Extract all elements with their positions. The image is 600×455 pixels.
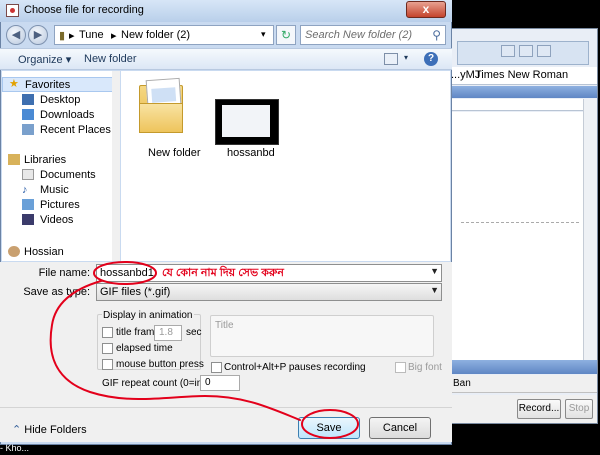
language-button[interactable]: Ban — [453, 378, 471, 389]
pictures-icon — [22, 199, 34, 210]
nav-recent-places[interactable]: Recent Places — [2, 123, 119, 138]
format-toolbar: Ban — [449, 375, 597, 393]
chevron-down-icon[interactable]: ▼ — [430, 285, 439, 295]
videos-icon — [22, 214, 34, 225]
annotation-text: যে কোন নাম দিয় সেভ করুন — [162, 267, 284, 279]
font-bar: ...yMJ Times New Roman — [449, 67, 597, 85]
minimize-icon[interactable] — [501, 45, 515, 57]
pause-hotkey-label: Control+Alt+P pauses recording — [224, 362, 366, 373]
title-frame-input[interactable]: 1.8 — [154, 325, 182, 341]
title-bar: Choose file for recording x — [0, 0, 452, 22]
music-icon: ♪ — [22, 184, 28, 196]
file-name-label: File name: — [38, 267, 90, 279]
file-item-hossanbd[interactable]: hossanbd — [227, 147, 275, 159]
search-icon: ⚲ — [432, 28, 441, 42]
chevron-right-icon[interactable]: ▸ — [69, 29, 75, 42]
organize-button[interactable]: Organize ▾ — [18, 53, 71, 66]
record-button[interactable]: Record... — [517, 399, 561, 419]
repeat-count-input[interactable]: 0 — [200, 375, 240, 391]
app-icon — [6, 4, 19, 17]
downloads-icon — [22, 109, 34, 120]
elapsed-time-checkbox[interactable] — [102, 343, 113, 354]
file-item-new-folder[interactable]: New folder — [148, 147, 201, 159]
save-button[interactable]: Save — [298, 417, 360, 439]
big-font-checkbox[interactable] — [395, 362, 406, 373]
help-icon[interactable]: ? — [424, 52, 438, 66]
display-group-label: Display in animation — [102, 310, 194, 321]
chevron-down-icon[interactable]: ▼ — [430, 266, 439, 276]
save-type-label: Save as type: — [23, 286, 90, 298]
ruler — [449, 99, 583, 111]
nav-videos[interactable]: Videos — [2, 213, 119, 228]
forward-icon[interactable]: ▶ — [28, 25, 48, 45]
title-group-label: Title — [215, 320, 234, 331]
desktop-icon — [22, 94, 34, 105]
search-input[interactable]: Search New folder (2) ⚲ — [300, 25, 446, 45]
taskbar-band — [449, 360, 597, 374]
refresh-icon[interactable]: ↻ — [276, 25, 296, 45]
recent-places-icon — [22, 124, 34, 135]
dialog-title: Choose file for recording — [24, 4, 144, 16]
chevron-down-icon[interactable]: ▾ — [404, 53, 408, 62]
nav-pictures[interactable]: Pictures — [2, 198, 119, 213]
back-icon[interactable]: ◀ — [6, 25, 26, 45]
views-icon[interactable] — [384, 53, 398, 65]
recorder-button-row: Record... Stop — [449, 395, 597, 423]
elapsed-time-label: elapsed time — [116, 343, 173, 354]
title-textarea[interactable]: Title — [210, 315, 434, 357]
chevron-right-icon[interactable]: ▸ — [111, 29, 117, 42]
mouse-press-checkbox[interactable] — [102, 359, 113, 370]
command-bar: Organize ▾ New folder ▾ ? — [0, 48, 452, 70]
hide-folders-button[interactable]: ⌃ Hide Folders — [12, 423, 87, 436]
mouse-press-label: mouse button press — [116, 359, 204, 370]
chevron-up-icon: ⌃ — [12, 424, 22, 436]
nav-music[interactable]: ♪ Music — [2, 183, 119, 198]
close-button[interactable]: x — [406, 1, 446, 18]
stop-button[interactable]: Stop — [565, 399, 593, 419]
folder-icon[interactable] — [139, 77, 185, 135]
file-list: New folder hossanbd — [121, 71, 450, 261]
ribbon-band — [449, 86, 597, 98]
nav-libraries[interactable]: Libraries — [2, 153, 119, 168]
pause-hotkey-checkbox[interactable] — [211, 362, 222, 373]
recorder-window: ...yMJ Times New Roman Ban Record... Sto… — [448, 28, 598, 424]
vertical-scrollbar[interactable] — [583, 99, 597, 360]
search-placeholder: Search New folder (2) — [305, 29, 412, 41]
title-frame-checkbox[interactable] — [102, 327, 113, 338]
user-icon — [8, 246, 20, 257]
nav-documents[interactable]: Documents — [2, 168, 119, 183]
cancel-button[interactable]: Cancel — [369, 417, 431, 439]
libraries-icon — [8, 154, 20, 165]
nav-favorites[interactable]: ★ Favorites — [2, 77, 119, 92]
font-name-2[interactable]: Times New Roman — [475, 69, 568, 81]
gif-thumbnail-icon[interactable] — [215, 99, 279, 145]
nav-downloads[interactable]: Downloads — [2, 108, 119, 123]
navigation-pane: ★ Favorites Desktop Downloads Recent Pla… — [2, 71, 120, 261]
breadcrumb-new-folder[interactable]: New folder (2) — [121, 29, 190, 41]
document-area[interactable] — [449, 112, 583, 360]
folder-icon: ▮ — [59, 30, 66, 42]
new-folder-button[interactable]: New folder — [84, 53, 137, 65]
nav-scrollbar[interactable] — [112, 71, 120, 261]
close-icon[interactable] — [537, 45, 551, 57]
save-options-panel: File name: hossanbd1 ▼ Save as type: GIF… — [0, 262, 452, 442]
breadcrumb[interactable]: ▮ ▸ Tune ▸ New folder (2) ▾ — [54, 25, 274, 45]
maximize-icon[interactable] — [519, 45, 533, 57]
breadcrumb-tune[interactable]: Tune — [79, 29, 104, 41]
page-divider — [461, 222, 579, 223]
documents-icon — [22, 169, 34, 180]
chevron-down-icon[interactable]: ▾ — [261, 29, 266, 40]
address-row: ◀ ▶ ▮ ▸ Tune ▸ New folder (2) ▾ ↻ Search… — [0, 22, 452, 48]
save-type-select[interactable]: GIF files (*.gif) ▼ — [96, 283, 442, 301]
star-icon: ★ — [9, 78, 19, 90]
nav-user[interactable]: Hossian — [2, 245, 119, 260]
big-font-label: Big font — [408, 362, 442, 373]
nav-desktop[interactable]: Desktop — [2, 93, 119, 108]
status-text: - Kho... — [0, 443, 30, 453]
title-frame-unit: sec — [186, 327, 202, 338]
